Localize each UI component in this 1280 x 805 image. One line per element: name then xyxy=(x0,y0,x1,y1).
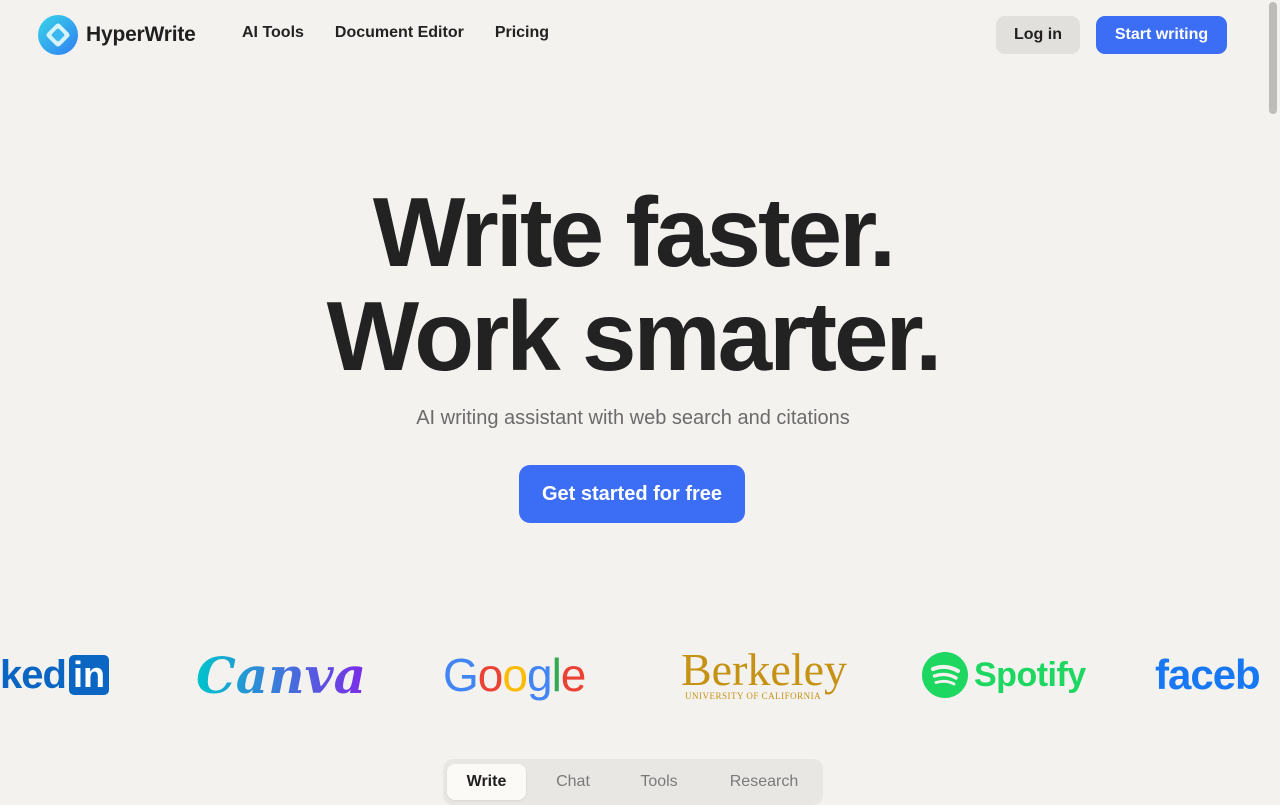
linkedin-in-box: in xyxy=(68,655,109,695)
nav-link-pricing[interactable]: Pricing xyxy=(495,24,549,42)
nav-link-ai-tools[interactable]: AI Tools xyxy=(242,24,304,42)
start-writing-button[interactable]: Start writing xyxy=(1096,16,1227,54)
berkeley-logo: Berkeley UNIVERSITY OF CALIFORNIA xyxy=(681,640,847,710)
hero-headline: Write faster. Work smarter. xyxy=(0,180,1266,388)
google-letter: l xyxy=(551,649,562,701)
brand-name: HyperWrite xyxy=(86,23,196,46)
berkeley-logo-subtext: UNIVERSITY OF CALIFORNIA xyxy=(685,691,822,701)
canva-logo: Canva xyxy=(196,640,366,710)
google-letter: o xyxy=(477,649,504,701)
linkedin-logo-text: ked xyxy=(0,652,67,697)
spotify-icon xyxy=(922,652,968,698)
tab-chat[interactable]: Chat xyxy=(535,764,611,800)
google-logo: Google xyxy=(443,640,587,710)
customer-logos-strip: ked in Canva Google Berkeley UNIVERSITY O… xyxy=(0,640,1266,710)
scrollbar-thumb[interactable] xyxy=(1269,2,1277,114)
google-letter: o xyxy=(502,649,528,701)
hero-headline-line-1: Write faster. xyxy=(372,177,896,287)
nav-links: AI Tools Document Editor Pricing xyxy=(242,24,549,42)
berkeley-logo-text: Berkeley xyxy=(681,644,848,695)
hero-subtitle: AI writing assistant with web search and… xyxy=(416,407,850,429)
tab-tools[interactable]: Tools xyxy=(621,764,697,800)
google-letter: g xyxy=(526,649,553,701)
page-scrollbar[interactable] xyxy=(1266,0,1280,800)
spotify-logo-text: Spotify xyxy=(974,655,1086,694)
nav-link-document-editor[interactable]: Document Editor xyxy=(335,24,464,42)
brand-logo-link[interactable]: HyperWrite xyxy=(38,15,196,55)
feature-tabs: Write Chat Tools Research xyxy=(443,759,823,805)
linkedin-logo: ked in xyxy=(0,640,109,710)
google-letter: e xyxy=(560,649,587,701)
hyperwrite-logo-icon xyxy=(38,15,78,55)
login-button[interactable]: Log in xyxy=(996,16,1080,54)
hero-headline-line-2: Work smarter. xyxy=(326,281,943,391)
top-navigation: HyperWrite AI Tools Document Editor Pric… xyxy=(0,0,1266,70)
tab-write[interactable]: Write xyxy=(447,764,526,800)
get-started-button[interactable]: Get started for free xyxy=(519,465,745,523)
spotify-logo: Spotify xyxy=(922,640,1086,710)
canva-logo-text: Canva xyxy=(196,645,366,705)
facebook-logo-text: faceb xyxy=(1155,651,1261,698)
facebook-logo: faceb xyxy=(1155,640,1261,710)
tab-research[interactable]: Research xyxy=(713,764,815,800)
google-letter: G xyxy=(443,649,479,701)
